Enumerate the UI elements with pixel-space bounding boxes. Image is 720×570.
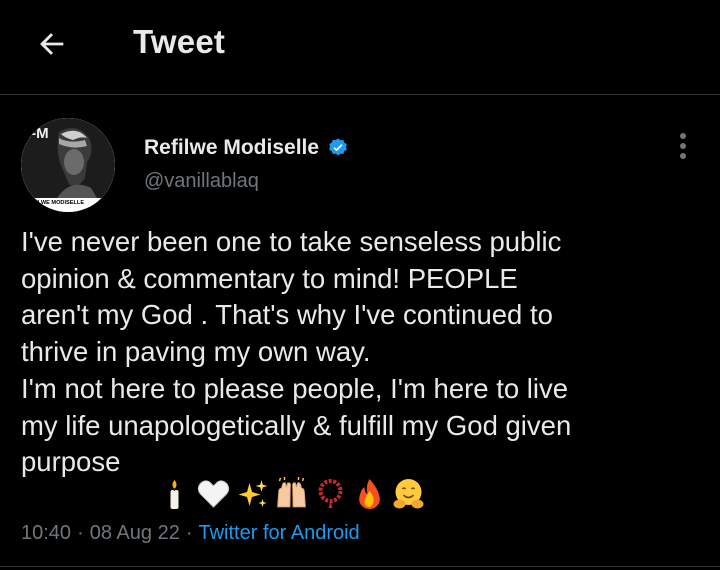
tweet-text: I've never been one to take senseless pu…	[21, 226, 572, 478]
more-options-button[interactable]	[668, 130, 698, 162]
meta-separator: ·	[185, 522, 193, 544]
top-bar: Tweet	[0, 0, 720, 90]
white-heart-emoji-icon	[197, 480, 230, 508]
author-name-row[interactable]: Refilwe Modiselle	[144, 136, 349, 160]
author-name[interactable]: Refilwe Modiselle	[144, 136, 319, 160]
verified-badge-icon	[327, 137, 349, 159]
emoji-row	[156, 476, 427, 512]
prayer-beads-emoji-icon	[318, 479, 343, 508]
page-title: Tweet	[133, 23, 226, 60]
header-divider	[0, 94, 720, 95]
bottom-divider	[0, 566, 720, 567]
sparkles-emoji-icon	[238, 480, 268, 507]
hugging-face-emoji-icon	[393, 479, 424, 509]
tweet-meta: 10:40 · 08 Aug 22 · Twitter for Android	[21, 522, 360, 545]
arrow-left-icon	[40, 33, 64, 55]
avatar[interactable]: I-M REFILWE MODISELLE	[21, 118, 115, 212]
raising-hands-emoji-icon	[277, 477, 306, 508]
svg-text:I-M: I-M	[27, 125, 49, 142]
avatar-caption: REFILWE MODISELLE	[25, 200, 84, 206]
vertical-dots-icon	[680, 133, 686, 159]
tweet-date[interactable]: 08 Aug 22	[90, 522, 180, 544]
profile-photo-image: I-M REFILWE MODISELLE	[21, 118, 115, 212]
tweet-time[interactable]: 10:40	[21, 522, 71, 544]
back-button[interactable]	[30, 24, 74, 64]
tweet-source-link[interactable]: Twitter for Android	[199, 522, 360, 544]
author-handle[interactable]: @vanillablaq	[144, 170, 259, 193]
candle-emoji-icon	[170, 480, 179, 509]
fire-emoji-icon	[359, 479, 380, 509]
meta-separator: ·	[77, 522, 84, 544]
